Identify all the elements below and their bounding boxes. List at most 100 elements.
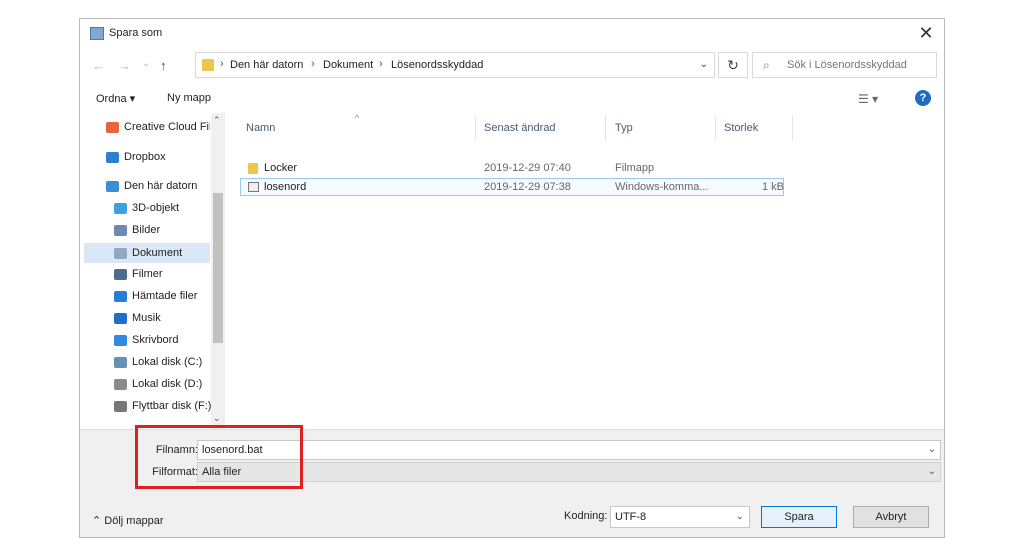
- sidebar-item-downloads[interactable]: Hämtade filer: [114, 290, 197, 302]
- sidebar-item-label: Hämtade filer: [132, 290, 198, 302]
- column-separator[interactable]: [715, 115, 716, 141]
- sidebar-item-label: Flyttbar disk (F:): [132, 400, 212, 412]
- help-icon[interactable]: ?: [915, 90, 931, 106]
- chevron-down-icon[interactable]: ⌄: [928, 444, 936, 455]
- creative-cloud-icon: [106, 121, 119, 133]
- sidebar-scrollbar[interactable]: ⌃ ⌄: [211, 113, 225, 429]
- breadcrumb-separator[interactable]: ›: [311, 58, 315, 70]
- scroll-up-icon[interactable]: ⌃: [213, 115, 221, 126]
- drive-icon: [114, 378, 127, 390]
- column-separator[interactable]: [792, 115, 793, 141]
- file-list: ^ Namn Senast ändrad Typ Storlek Locker …: [230, 113, 940, 429]
- filename-input[interactable]: losenord.bat ⌄: [197, 440, 941, 460]
- column-header-size[interactable]: Storlek: [724, 122, 758, 134]
- navigation-bar: ← → ⌄ ↑ › Den här datorn › Dokument › Lö…: [80, 49, 944, 83]
- sidebar-item-label: Den här datorn: [124, 180, 198, 192]
- file-name: losenord: [264, 181, 307, 193]
- column-header-modified[interactable]: Senast ändrad: [484, 122, 556, 134]
- sidebar-item-pictures[interactable]: Bilder: [114, 224, 160, 236]
- column-header-type[interactable]: Typ: [615, 122, 633, 134]
- close-button[interactable]: ✕: [908, 19, 944, 47]
- sidebar-item-videos[interactable]: Filmer: [114, 268, 163, 280]
- chevron-down-icon[interactable]: ⌄: [928, 466, 936, 477]
- sidebar-item-label: 3D-objekt: [132, 202, 180, 214]
- sidebar-item-3d-objects[interactable]: 3D-objekt: [114, 202, 179, 214]
- table-row[interactable]: Locker 2019-12-29 07:40 Filmapp: [240, 159, 784, 177]
- window-title: Spara som: [109, 27, 163, 39]
- breadcrumb-this-pc[interactable]: Den här datorn: [230, 59, 303, 71]
- folder-icon: [202, 59, 214, 71]
- scroll-thumb[interactable]: [213, 193, 223, 343]
- sidebar-item-dropbox[interactable]: Dropbox: [106, 151, 166, 163]
- refresh-button[interactable]: ↻: [718, 52, 748, 78]
- encoding-label: Kodning:: [564, 510, 608, 522]
- recent-locations-button[interactable]: ⌄: [142, 58, 150, 69]
- table-row[interactable]: losenord 2019-12-29 07:38 Windows-komma.…: [240, 178, 784, 196]
- batch-file-icon: [248, 182, 259, 192]
- sidebar-item-documents[interactable]: Dokument: [84, 243, 210, 263]
- new-folder-button[interactable]: Ny mapp: [167, 92, 211, 104]
- chevron-down-icon[interactable]: ⌄: [700, 59, 708, 70]
- sidebar-item-label: Dropbox: [124, 151, 166, 163]
- column-separator[interactable]: [475, 115, 476, 141]
- search-input[interactable]: ⌕ Sök i Lösenordsskyddad: [752, 52, 937, 78]
- sidebar-item-drive-d[interactable]: Lokal disk (D:): [114, 378, 202, 390]
- sidebar-item-creative-cloud[interactable]: Creative Cloud Files: [106, 121, 210, 133]
- back-button[interactable]: ←: [92, 58, 105, 73]
- breadcrumb-separator[interactable]: ›: [379, 58, 383, 70]
- view-options-icon[interactable]: ☰ ▾: [858, 92, 878, 106]
- encoding-value: UTF-8: [615, 511, 647, 523]
- document-icon: [114, 247, 127, 259]
- sidebar-item-label: Lokal disk (C:): [132, 356, 203, 368]
- column-header-name[interactable]: Namn: [246, 122, 275, 134]
- windows-drive-icon: [114, 356, 127, 368]
- sidebar-item-label: Musik: [132, 312, 161, 324]
- cancel-button[interactable]: Avbryt: [853, 506, 929, 528]
- sidebar-item-label: Dokument: [132, 247, 183, 259]
- computer-icon: [106, 180, 119, 192]
- sidebar-item-label: Bilder: [132, 224, 161, 236]
- organize-button[interactable]: Ordna ▾: [96, 92, 135, 105]
- hide-folders-button[interactable]: ⌃ Dölj mappar: [92, 514, 164, 527]
- removable-drive-icon: [114, 400, 127, 412]
- sidebar-item-this-pc[interactable]: Den här datorn: [106, 180, 197, 192]
- desktop-icon: [114, 334, 127, 346]
- sidebar-item-label: Skrivbord: [132, 334, 179, 346]
- sidebar-item-drive-c[interactable]: Lokal disk (C:): [114, 356, 202, 368]
- file-type: Windows-komma...: [615, 181, 709, 193]
- sidebar-item-label: Filmer: [132, 268, 163, 280]
- notepad-icon: [90, 27, 104, 40]
- title-bar: Spara som ✕: [80, 19, 944, 49]
- toolbar: Ordna ▾ Ny mapp ☰ ▾ ?: [80, 85, 944, 113]
- cube-icon: [114, 202, 127, 214]
- navigation-pane: Creative Cloud Files Dropbox Den här dat…: [80, 113, 226, 429]
- sort-ascending-icon: ^: [355, 113, 360, 123]
- sidebar-item-music[interactable]: Musik: [114, 312, 161, 324]
- filetype-select[interactable]: Alla filer ⌄: [197, 462, 941, 482]
- highlight-box: [135, 425, 303, 489]
- breadcrumb-documents[interactable]: Dokument: [323, 59, 373, 71]
- breadcrumb-password-protected[interactable]: Lösenordsskyddad: [391, 59, 483, 71]
- chevron-down-icon[interactable]: ⌄: [736, 511, 744, 522]
- up-button[interactable]: ↑: [160, 58, 167, 73]
- music-icon: [114, 312, 127, 324]
- breadcrumb-separator[interactable]: ›: [220, 58, 224, 70]
- sidebar-item-desktop[interactable]: Skrivbord: [114, 334, 178, 346]
- file-size: 1 kB: [761, 181, 784, 193]
- address-bar[interactable]: › Den här datorn › Dokument › Lösenordss…: [195, 52, 715, 78]
- sidebar-item-label: Lokal disk (D:): [132, 378, 203, 390]
- save-button[interactable]: Spara: [761, 506, 837, 528]
- file-name: Locker: [264, 162, 298, 174]
- search-icon: ⌕: [763, 58, 770, 72]
- file-modified: 2019-12-29 07:38: [484, 181, 571, 193]
- encoding-select[interactable]: UTF-8 ⌄: [610, 506, 750, 528]
- sidebar-item-label: Creative Cloud Files: [124, 121, 210, 133]
- download-icon: [114, 290, 127, 302]
- video-icon: [114, 268, 127, 280]
- sidebar-item-drive-f[interactable]: Flyttbar disk (F:): [114, 400, 211, 412]
- pictures-icon: [114, 224, 127, 236]
- scroll-down-icon[interactable]: ⌄: [213, 413, 221, 424]
- column-separator[interactable]: [605, 115, 606, 141]
- forward-button[interactable]: →: [118, 58, 131, 73]
- search-placeholder: Sök i Lösenordsskyddad: [787, 59, 907, 71]
